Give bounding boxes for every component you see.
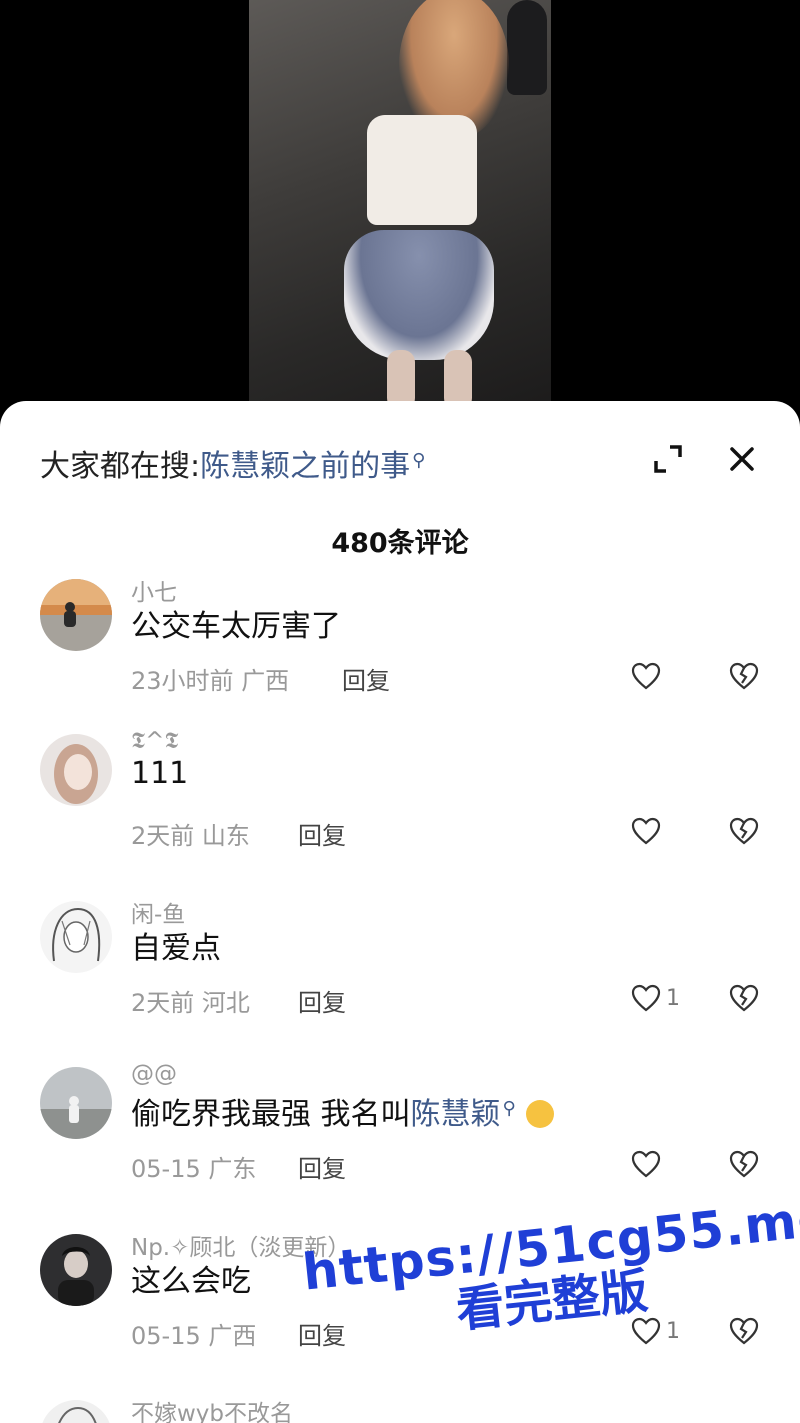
comment-location: 广西 — [241, 667, 290, 695]
comment-meta: 2天前 河北 — [131, 983, 250, 1018]
laughing-crying-emoji-icon — [525, 1100, 554, 1128]
comment-username[interactable]: 不嫁wyb不改名 — [131, 1394, 293, 1423]
avatar[interactable] — [40, 901, 112, 973]
comment-username[interactable]: 𝕿^𝕿 — [131, 728, 179, 754]
broken-heart-icon — [729, 817, 759, 845]
broken-heart-icon — [729, 662, 759, 690]
comment-text: 这么会吃 — [131, 1264, 251, 1299]
comment-meta: 2天前 山东 — [131, 816, 250, 851]
comment-meta: 05-15 广西 — [131, 1316, 256, 1351]
avatar[interactable] — [40, 1067, 112, 1139]
broken-heart-icon — [729, 1150, 759, 1178]
comment-location: 河北 — [201, 989, 250, 1017]
reply-button[interactable]: 回复 — [298, 1316, 346, 1351]
comment-time: 2天前 — [131, 989, 195, 1017]
dislike-button[interactable] — [728, 816, 760, 846]
figure-skirt — [344, 230, 494, 360]
bystander-figure — [507, 0, 547, 95]
comment-meta: 23小时前 广西 — [131, 661, 289, 696]
heart-icon — [631, 1317, 661, 1345]
like-button[interactable] — [630, 661, 666, 691]
video-player[interactable] — [0, 0, 800, 410]
comment-text: 111 — [131, 756, 189, 791]
comment-text: 公交车太厉害了 — [131, 609, 341, 644]
avatar[interactable] — [40, 1400, 112, 1423]
search-icon: ⚲ — [502, 1098, 516, 1119]
dislike-button[interactable] — [728, 661, 760, 691]
heart-icon — [631, 984, 661, 1012]
video-frame — [249, 0, 551, 410]
like-count: 1 — [666, 1318, 680, 1344]
dislike-button[interactable] — [728, 983, 760, 1013]
reply-button[interactable]: 回复 — [298, 816, 346, 851]
like-button[interactable]: 1 — [630, 1316, 680, 1346]
avatar[interactable] — [40, 579, 112, 651]
comment-text-prefix: 偷吃界我最强 我名叫 — [131, 1097, 411, 1132]
like-button[interactable] — [630, 1149, 666, 1179]
comment-count: 480条评论 — [331, 528, 469, 559]
reply-button[interactable]: 回复 — [298, 983, 346, 1018]
figure-top — [367, 115, 477, 225]
dislike-button[interactable] — [728, 1316, 760, 1346]
comment-time: 2天前 — [131, 822, 195, 850]
comments-sheet: 大家都在搜:陈慧颖之前的事⚲ 480条评论 小七 公交车太厉害了 23小时前 — [0, 401, 800, 1423]
heart-icon — [631, 1150, 661, 1178]
like-button[interactable]: 1 — [630, 983, 680, 1013]
avatar[interactable] — [40, 734, 112, 806]
comment-time: 05-15 — [131, 1155, 201, 1183]
search-keyword[interactable]: 陈慧颖之前的事 — [200, 449, 410, 484]
avatar[interactable] — [40, 1234, 112, 1306]
close-icon[interactable] — [724, 441, 760, 477]
heart-icon — [631, 662, 661, 690]
comment-time: 05-15 — [131, 1322, 201, 1350]
expand-icon[interactable] — [652, 443, 684, 475]
comment-username[interactable]: @@ — [131, 1061, 177, 1087]
heart-icon — [631, 817, 661, 845]
search-prefix: 大家都在搜: — [40, 449, 201, 484]
comment-time: 23小时前 — [131, 667, 234, 695]
comment-location: 广东 — [208, 1155, 257, 1183]
broken-heart-icon — [729, 984, 759, 1012]
search-suggestion[interactable]: 大家都在搜:陈慧颖之前的事 ⚲ — [40, 441, 425, 485]
comment-text: 偷吃界我最强 我名叫陈慧颖 ⚲ — [131, 1089, 554, 1133]
comment-location: 山东 — [201, 822, 250, 850]
like-button[interactable] — [630, 816, 666, 846]
reply-button[interactable]: 回复 — [298, 1149, 346, 1184]
search-icon: ⚲ — [412, 450, 426, 471]
comment-text: 自爱点 — [131, 931, 221, 966]
comment-location: 广西 — [208, 1322, 257, 1350]
broken-heart-icon — [729, 1317, 759, 1345]
reply-button[interactable]: 回复 — [342, 661, 390, 696]
like-count: 1 — [666, 985, 680, 1011]
comment-meta: 05-15 广东 — [131, 1149, 256, 1184]
comment-keyword-link[interactable]: 陈慧颖 — [411, 1097, 501, 1132]
dislike-button[interactable] — [728, 1149, 760, 1179]
